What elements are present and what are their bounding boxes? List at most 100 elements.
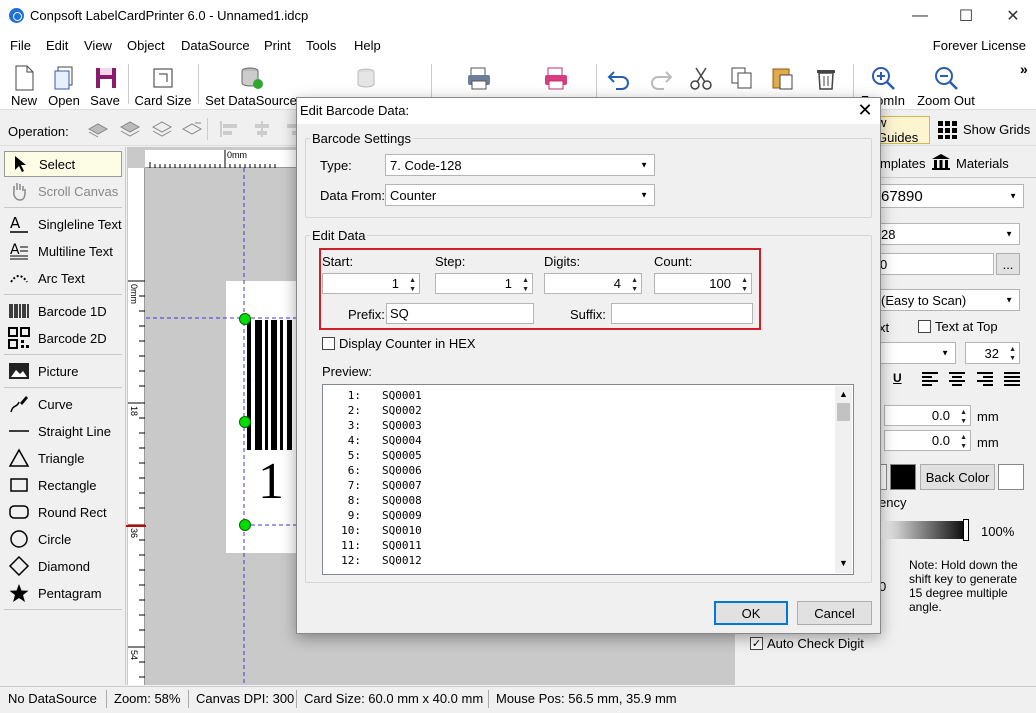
auto-check-digit-checkbox[interactable]: ✓: [750, 637, 763, 650]
transparency-slider[interactable]: [879, 521, 969, 539]
redo-icon[interactable]: [648, 66, 674, 93]
tool-circle[interactable]: Circle: [4, 526, 122, 552]
back-color-button[interactable]: Back Color: [920, 464, 995, 490]
close-window-button[interactable]: ✕: [990, 0, 1036, 32]
digits-stepper[interactable]: 4 ▲ ▼: [544, 273, 642, 294]
data-field[interactable]: 0: [876, 253, 994, 275]
menu-edit[interactable]: Edit: [46, 38, 68, 53]
back-color-swatch[interactable]: [998, 464, 1024, 490]
align-right-text-icon[interactable]: [976, 371, 994, 390]
menu-file[interactable]: File: [10, 38, 31, 53]
suffix-label: Suffix:: [570, 307, 606, 322]
count-stepper[interactable]: 100 ▲ ▼: [654, 273, 752, 294]
scroll-down-icon[interactable]: ▼: [839, 558, 848, 568]
menu-object[interactable]: Object: [127, 38, 165, 53]
tool-barcode-2d[interactable]: Barcode 2D: [4, 325, 122, 351]
tool-select[interactable]: Select: [4, 151, 122, 177]
prefix-input[interactable]: SQ: [386, 303, 534, 324]
copy-icon[interactable]: [729, 66, 755, 93]
bring-front-icon[interactable]: [87, 120, 109, 138]
x-position-stepper[interactable]: 0.0 ▲ ▼: [884, 405, 971, 426]
suffix-input[interactable]: [611, 303, 753, 324]
resize-handle[interactable]: [239, 416, 251, 428]
menu-help[interactable]: Help: [354, 38, 381, 53]
align-left-text-icon[interactable]: [921, 371, 939, 390]
tool-diamond[interactable]: Diamond: [4, 553, 122, 579]
underline-button[interactable]: U: [893, 371, 902, 385]
data-from-select[interactable]: Counter ▼: [385, 184, 655, 206]
code-size-combo[interactable]: 28 ▼: [876, 223, 1020, 245]
y-position-stepper[interactable]: 0.0 ▲ ▼: [884, 430, 971, 451]
menu-view[interactable]: View: [84, 38, 112, 53]
browse-button[interactable]: ...: [996, 253, 1020, 275]
tool-triangle[interactable]: Triangle: [4, 445, 122, 471]
tool-rectangle[interactable]: Rectangle: [4, 472, 122, 498]
tool-singleline-text[interactable]: A Singleline Text: [4, 211, 122, 237]
resize-handle[interactable]: [239, 313, 251, 325]
set-datasource-button[interactable]: Set DataSource: [205, 60, 297, 108]
menu-print[interactable]: Print: [264, 38, 291, 53]
delete-icon[interactable]: [813, 66, 839, 93]
tool-arc-text[interactable]: Arc Text: [4, 265, 122, 291]
show-grids-button[interactable]: Show Grids: [963, 122, 1030, 137]
scroll-up-icon[interactable]: ▲: [839, 389, 848, 399]
resize-handle[interactable]: [239, 519, 251, 531]
send-backward-icon[interactable]: [151, 120, 173, 138]
barcode-object[interactable]: [146, 168, 306, 685]
tool-picture[interactable]: Picture: [4, 358, 122, 384]
tab-materials[interactable]: Materials: [956, 156, 1009, 171]
card-size-button[interactable]: Card Size: [134, 60, 192, 108]
align-center-text-icon[interactable]: [948, 371, 966, 390]
save-button[interactable]: Save: [88, 60, 122, 108]
new-button[interactable]: New: [6, 60, 42, 108]
justify-text-icon[interactable]: [1003, 371, 1021, 390]
tool-multiline-text[interactable]: A Multiline Text: [4, 238, 122, 264]
start-stepper[interactable]: 1 ▲ ▼: [322, 273, 420, 294]
color-swatch-black[interactable]: [890, 464, 916, 490]
maximize-button[interactable]: ☐: [943, 0, 989, 32]
slider-thumb[interactable]: [963, 519, 969, 541]
prefix-label: Prefix:: [348, 307, 385, 322]
minimize-button[interactable]: —: [897, 0, 943, 32]
tab-templates[interactable]: mplates: [880, 156, 926, 171]
undo-icon[interactable]: [606, 66, 632, 93]
scan-mode-combo[interactable]: (Easy to Scan) ▼: [876, 289, 1020, 311]
row-number: 3:: [347, 419, 361, 432]
bring-forward-icon[interactable]: [119, 120, 141, 138]
menu-datasource[interactable]: DataSource: [181, 38, 250, 53]
text-at-top-checkbox[interactable]: [918, 320, 931, 333]
tool-pentagram[interactable]: Pentagram: [4, 580, 122, 606]
tool-barcode-1d[interactable]: Barcode 1D: [4, 298, 122, 324]
status-card-size: Card Size: 60.0 mm x 40.0 mm: [304, 691, 484, 706]
type-select[interactable]: 7. Code-128 ▼: [385, 154, 655, 176]
cut-icon[interactable]: [688, 66, 714, 93]
tool-label: Picture: [38, 363, 79, 379]
align-center-icon[interactable]: [251, 120, 271, 138]
tool-straight-line[interactable]: Straight Line: [4, 418, 122, 444]
tool-scroll-canvas[interactable]: Scroll Canvas: [4, 178, 122, 204]
open-button[interactable]: Open: [46, 60, 82, 108]
paste-icon[interactable]: [770, 66, 796, 93]
tool-curve[interactable]: Curve: [4, 391, 122, 417]
send-back-icon[interactable]: [181, 120, 203, 138]
menu-tools[interactable]: Tools: [306, 38, 336, 53]
transparency-value: 100%: [981, 524, 1015, 539]
display-hex-checkbox[interactable]: [322, 337, 335, 350]
show-guides-button[interactable]: w Guides: [876, 115, 930, 145]
step-stepper[interactable]: 1 ▲ ▼: [435, 273, 533, 294]
font-size-stepper[interactable]: 32 ▲ ▼: [965, 342, 1020, 364]
tool-round-rect[interactable]: Round Rect: [4, 499, 122, 525]
barcode-value-combo[interactable]: 67890 ▼: [876, 184, 1024, 208]
dialog-close-icon[interactable]: ✕: [855, 100, 875, 120]
scrollbar-thumb[interactable]: [837, 403, 850, 421]
preview-list[interactable]: 1: SQ0001 2: SQ0002 3: SQ0003 4: SQ0004 5: SQ…: [322, 384, 854, 575]
chevron-down-icon: ▼: [1005, 295, 1013, 305]
zoom-out-button[interactable]: Zoom Out: [914, 60, 978, 108]
align-left-icon[interactable]: [219, 120, 239, 138]
toolbar-overflow-button[interactable]: »: [1020, 61, 1028, 77]
font-name-combo[interactable]: ▼: [876, 342, 956, 364]
cancel-button[interactable]: Cancel: [797, 601, 872, 625]
print-direct-icon[interactable]: [543, 66, 569, 93]
ok-button[interactable]: OK: [714, 601, 788, 625]
print-preview-icon[interactable]: [466, 66, 492, 93]
